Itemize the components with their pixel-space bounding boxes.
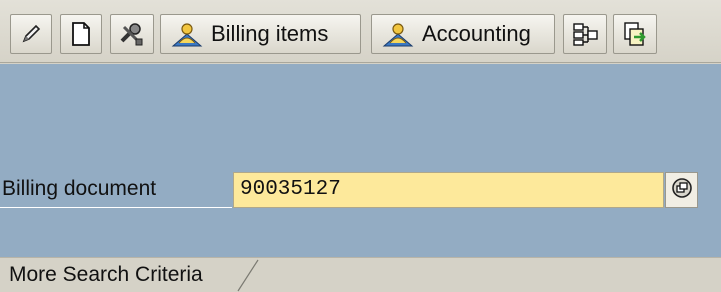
tab-edge	[237, 259, 259, 292]
tab-label: More Search Criteria	[9, 263, 203, 286]
persons-icon	[382, 21, 414, 47]
billing-items-button[interactable]: Billing items	[160, 14, 361, 54]
pencil-icon	[19, 22, 43, 46]
hierarchy-icon	[571, 21, 599, 47]
accounting-button[interactable]: Accounting	[371, 14, 555, 54]
hierarchy-button[interactable]	[563, 14, 607, 54]
tab-more-search-criteria[interactable]: More Search Criteria	[0, 258, 258, 291]
create-button[interactable]	[60, 14, 102, 54]
tab-strip: More Search Criteria	[0, 257, 721, 292]
tools-button[interactable]	[110, 14, 154, 54]
billing-document-label: Billing document	[0, 170, 232, 208]
output-icon	[622, 21, 648, 47]
change-button[interactable]	[10, 14, 52, 54]
output-button[interactable]	[613, 14, 657, 54]
selection-screen	[0, 64, 721, 257]
value-help-button[interactable]	[665, 172, 698, 208]
blank-document-icon	[70, 21, 92, 47]
accounting-label: Accounting	[422, 21, 531, 46]
value-help-icon	[671, 177, 693, 204]
application-toolbar: Billing items Accounting	[0, 0, 721, 63]
tools-icon	[118, 21, 146, 47]
persons-icon	[171, 21, 203, 47]
billing-items-label: Billing items	[211, 21, 329, 46]
billing-document-input[interactable]: 90035127	[233, 172, 664, 208]
